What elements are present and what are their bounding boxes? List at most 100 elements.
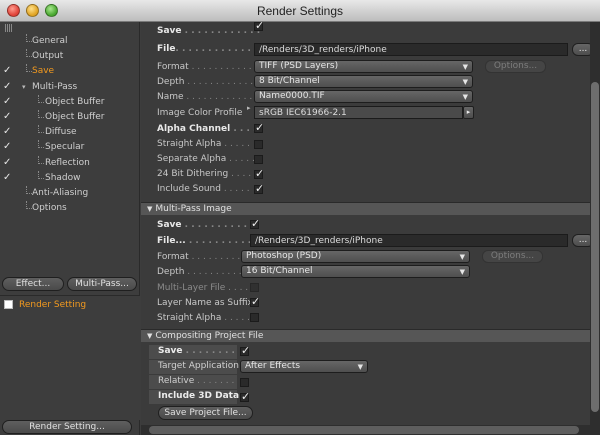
cp-save-checkbox[interactable]: ✓ [240, 344, 250, 357]
sidebar-item-label: Multi-Pass [32, 81, 78, 92]
sidebar-item-label: Diffuse [45, 127, 77, 138]
sidebar-item-label: Save [32, 66, 55, 77]
dropdown-arrow-icon: ▼ [462, 63, 468, 71]
cp-save-label: Save . . . . . . . . [149, 345, 237, 359]
straight-alpha-checkbox[interactable] [254, 140, 263, 149]
include-sound-checkbox[interactable]: ✓ [254, 182, 264, 195]
sidebar-item-options[interactable]: Options [0, 201, 140, 215]
grip-handle-icon[interactable] [5, 24, 13, 32]
sidebar-item-anti-aliasing[interactable]: Anti-Aliasing [0, 185, 140, 200]
target-application-label: Target Application [149, 360, 239, 374]
sidebar-item-reflection[interactable]: ✓ Reflection [0, 155, 140, 170]
format-options-button[interactable]: Options... [485, 60, 546, 73]
compositing-project-file-header[interactable]: ▼ Compositing Project File [141, 329, 590, 342]
include-3d-data-label: Include 3D Data [149, 390, 239, 404]
enabled-checkmark-icon[interactable]: ✓ [3, 156, 13, 170]
mp-save-checkbox[interactable]: ✓ [250, 217, 260, 230]
sidebar-item-label: Output [32, 51, 64, 62]
sidebar-item-save[interactable]: ✓ Save [0, 64, 140, 78]
render-setting-item[interactable]: Render Setting [4, 299, 86, 311]
horizontal-scrollbar[interactable] [141, 425, 600, 435]
layer-name-suffix-checkbox[interactable]: ✓ [250, 295, 260, 308]
enabled-checkmark-icon[interactable]: ✓ [3, 140, 13, 154]
sidebar-item-label: Specular [45, 142, 85, 153]
sidebar-item-label: Options [32, 203, 67, 214]
sidebar-item-label: Shadow [45, 172, 81, 183]
sidebar-item-label: Object Buffer [45, 96, 105, 107]
render-setting-list: Render Setting [0, 295, 140, 420]
save-top-partial-row: Save . . . . . . . . . . . . [157, 26, 261, 36]
sidebar-item-label: Object Buffer [45, 111, 105, 122]
render-setting-label: Render Setting [19, 300, 87, 310]
settings-tree: General Output ✓ Save ✓ ▾ Multi-Pass ✓ O… [0, 34, 140, 213]
enabled-checkmark-icon[interactable]: ✓ [3, 125, 13, 139]
mp-file-path-field[interactable]: /Renders/3D_renders/iPhone [250, 234, 568, 247]
dithering-label-row: 24 Bit Dithering . . . . [157, 169, 252, 179]
sidebar-item-general[interactable]: General [0, 34, 140, 48]
vertical-scroll-thumb[interactable] [591, 82, 599, 412]
settings-content: Save . . . . . . . . . . . . ✓ File. . .… [141, 19, 600, 435]
vertical-scrollbar[interactable] [590, 22, 600, 425]
effect-button[interactable]: Effect... [2, 277, 64, 291]
enabled-checkmark-icon[interactable]: ✓ [3, 64, 13, 78]
sidebar-item-object-buffer[interactable]: ✓ Object Buffer [0, 109, 140, 124]
depth-dropdown[interactable]: 8 Bit/Channel ▼ [254, 75, 473, 88]
enabled-checkmark-icon[interactable]: ✓ [3, 110, 13, 124]
mp-file-label-row: File... . . . . . . . . . . . [157, 236, 258, 246]
mp-format-dropdown[interactable]: Photoshop (PSD) ▼ [241, 250, 470, 263]
layer-name-label-row: Layer Name as Suffix [157, 298, 253, 308]
save-project-file-button[interactable]: Save Project File... [158, 406, 253, 420]
include-3d-data-checkbox[interactable]: ✓ [240, 390, 250, 403]
sidebar-item-multi-pass[interactable]: ✓ ▾ Multi-Pass [0, 80, 140, 94]
window-title: Render Settings [256, 4, 344, 18]
name-label-row: Name . . . . . . . . . . . . . . [157, 92, 264, 102]
format-label-row: Format . . . . . . . . . . . . . [157, 62, 264, 72]
enabled-checkmark-icon[interactable]: ✓ [3, 80, 13, 94]
dropdown-arrow-icon: ▼ [459, 253, 465, 261]
multi-pass-image-header[interactable]: ▼ Multi-Pass Image [141, 202, 590, 215]
include-sound-label-row: Include Sound . . . . . [157, 184, 250, 194]
target-application-dropdown[interactable]: After Effects ▼ [240, 360, 368, 373]
alpha-channel-checkbox[interactable]: ✓ [254, 121, 264, 134]
separate-alpha-label-row: Separate Alpha . . . . . [157, 154, 255, 164]
render-settings-window: Render Settings General Output ✓ Save ✓ … [0, 0, 600, 435]
straight-alpha-label-row: Straight Alpha . . . . . [157, 139, 250, 149]
expand-arrow-icon[interactable]: ▾ [22, 80, 26, 94]
depth-label-row: Depth . . . . . . . . . . . . . . [157, 77, 265, 87]
sidebar-item-label: Anti-Aliasing [32, 187, 89, 198]
dithering-checkbox[interactable]: ✓ [254, 167, 264, 180]
alpha-label-row: Alpha Channel . . . . . [157, 124, 263, 134]
mp-depth-dropdown[interactable]: 16 Bit/Channel ▼ [241, 265, 470, 278]
relative-checkbox[interactable] [240, 378, 249, 387]
enabled-checkmark-icon[interactable]: ✓ [3, 171, 13, 185]
settings-sidebar: General Output ✓ Save ✓ ▾ Multi-Pass ✓ O… [0, 22, 140, 435]
color-profile-field[interactable]: sRGB IEC61966-2.1 [254, 106, 463, 119]
separate-alpha-checkbox[interactable] [254, 155, 263, 164]
sidebar-item-label: General [32, 36, 68, 46]
sidebar-item-shadow[interactable]: ✓ Shadow [0, 170, 140, 185]
mp-straight-alpha-label-row: Straight Alpha . . . . . [157, 313, 250, 323]
color-profile-arrow-button[interactable]: ▸ [463, 106, 474, 119]
horizontal-scroll-thumb[interactable] [149, 426, 579, 434]
file-path-field[interactable]: /Renders/3D_renders/iPhone [254, 43, 568, 56]
title-bar: Render Settings [0, 0, 600, 22]
render-setting-icon [4, 300, 13, 309]
mp-straight-alpha-checkbox[interactable] [250, 313, 259, 322]
profile-expand-arrow-icon[interactable]: ▸ [247, 104, 251, 112]
sidebar-item-specular[interactable]: ✓ Specular [0, 140, 140, 154]
sidebar-item-diffuse[interactable]: ✓ Diffuse [0, 125, 140, 139]
collapse-arrow-icon: ▼ [147, 332, 153, 340]
sidebar-item-object-buffer[interactable]: ✓ Object Buffer [0, 94, 140, 109]
dropdown-arrow-icon: ▼ [462, 78, 468, 86]
multi-pass-button[interactable]: Multi-Pass... [67, 277, 137, 291]
multi-layer-checkbox[interactable] [250, 283, 259, 292]
name-dropdown[interactable]: Name0000.TIF ▼ [254, 90, 473, 103]
save-checkbox[interactable]: ✓ [254, 19, 264, 32]
mp-format-options-button[interactable]: Options... [482, 250, 543, 263]
format-dropdown[interactable]: TIFF (PSD Layers) ▼ [254, 60, 473, 73]
render-setting-button[interactable]: Render Setting... [2, 420, 132, 434]
dropdown-arrow-icon: ▼ [462, 93, 468, 101]
enabled-checkmark-icon[interactable]: ✓ [3, 95, 13, 109]
multi-layer-label-row: Multi-Layer File . . . . [157, 283, 249, 293]
sidebar-item-output[interactable]: Output [0, 49, 140, 63]
